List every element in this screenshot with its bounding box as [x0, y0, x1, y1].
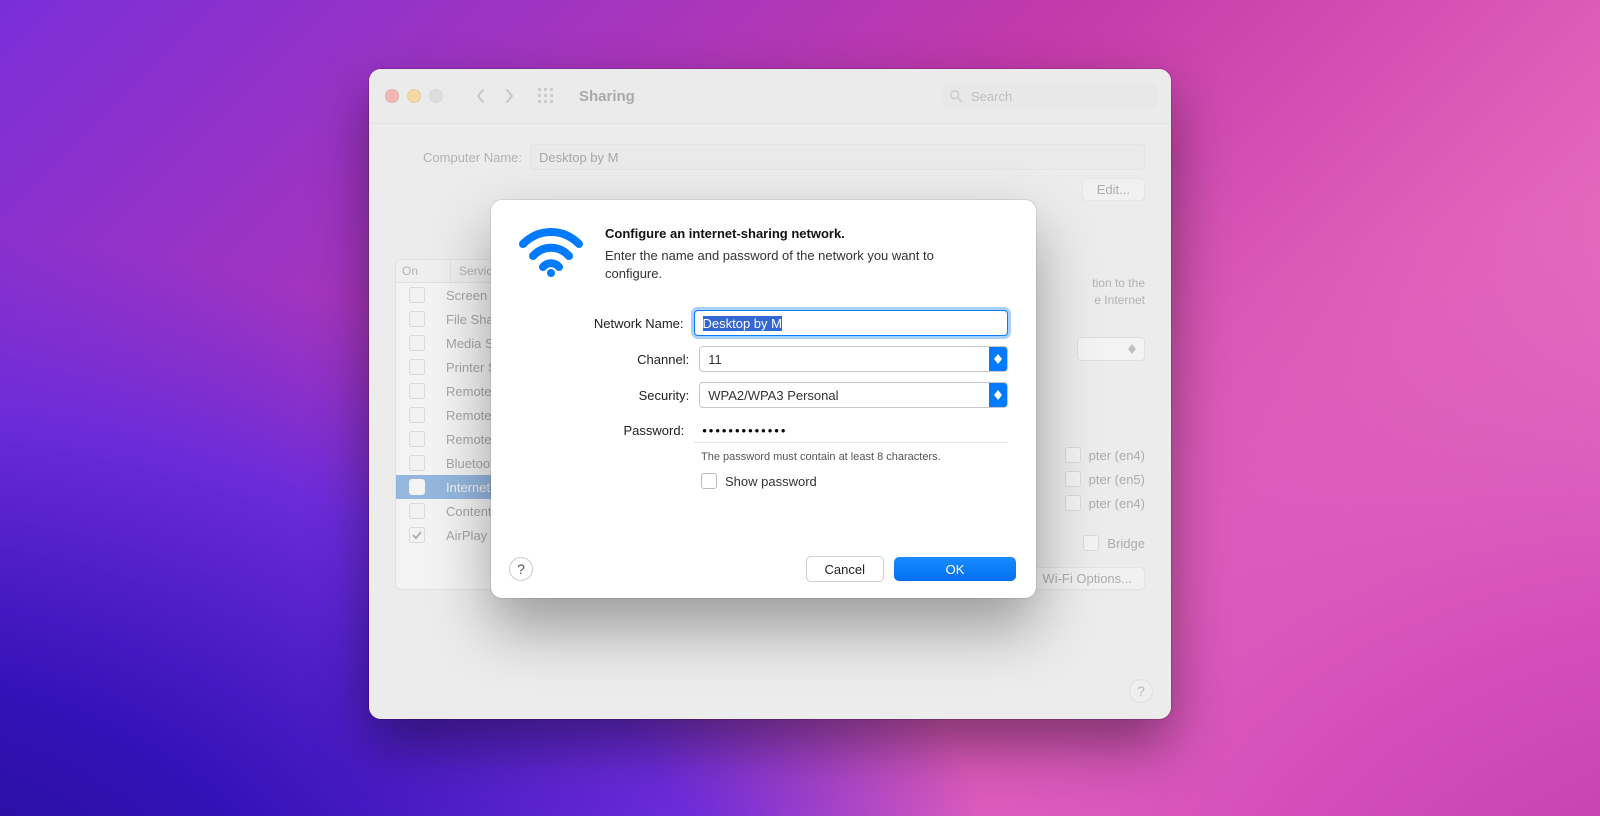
dialog-subtitle: Enter the name and password of the netwo… [605, 247, 965, 282]
service-checkbox[interactable] [409, 407, 425, 423]
computer-name-field[interactable]: Desktop by M [530, 144, 1145, 170]
show-password-checkbox[interactable] [701, 473, 717, 489]
password-hint: The password must contain at least 8 cha… [701, 451, 1008, 463]
computer-name-value: Desktop by M [539, 150, 618, 165]
window-title: Sharing [579, 88, 635, 105]
service-checkbox[interactable] [409, 479, 425, 495]
bridge-label: Bridge [1107, 536, 1145, 551]
service-checkbox[interactable] [409, 335, 425, 351]
port-label: pter (en4) [1089, 496, 1145, 511]
security-select[interactable]: WPA2/WPA3 Personal [699, 382, 1008, 408]
service-checkbox[interactable] [409, 287, 425, 303]
close-window-button[interactable] [385, 89, 399, 103]
select-arrows-icon [1124, 341, 1140, 357]
edit-button[interactable]: Edit... [1082, 178, 1145, 201]
service-checkbox[interactable] [409, 383, 425, 399]
minimize-window-button[interactable] [407, 89, 421, 103]
select-arrows-icon [989, 347, 1007, 371]
port-checkbox[interactable] [1065, 471, 1081, 487]
port-label: pter (en4) [1089, 448, 1145, 463]
wifi-options-button[interactable]: Wi-Fi Options... [1029, 567, 1145, 590]
service-checkbox[interactable] [409, 431, 425, 447]
help-button[interactable]: ? [1129, 679, 1153, 703]
dialog-title: Configure an internet-sharing network. [605, 226, 965, 241]
wifi-options-dialog: Configure an internet-sharing network. E… [491, 200, 1036, 598]
show-password-label: Show password [725, 474, 817, 489]
service-checkbox[interactable] [409, 503, 425, 519]
zoom-window-button[interactable] [429, 89, 443, 103]
port-label: pter (en5) [1089, 472, 1145, 487]
network-name-input[interactable] [694, 310, 1009, 336]
channel-select[interactable]: 11 [699, 346, 1008, 372]
cancel-button[interactable]: Cancel [806, 556, 884, 582]
search-icon [949, 89, 963, 103]
forward-button[interactable] [495, 83, 523, 109]
port-checkbox[interactable] [1065, 447, 1081, 463]
window-titlebar: Sharing [369, 69, 1171, 124]
computer-name-label: Computer Name: [395, 150, 522, 165]
service-checkbox[interactable] [409, 359, 425, 375]
select-arrows-icon [989, 383, 1007, 407]
ok-button[interactable]: OK [894, 557, 1016, 581]
security-value: WPA2/WPA3 Personal [700, 388, 989, 403]
service-checkbox[interactable] [409, 527, 425, 543]
window-traffic-lights [385, 89, 443, 103]
service-checkbox[interactable] [409, 311, 425, 327]
share-from-select[interactable] [1077, 337, 1145, 361]
services-col-on: On [396, 260, 451, 282]
channel-label: Channel: [519, 352, 689, 367]
search-input[interactable] [969, 88, 1149, 105]
service-checkbox[interactable] [409, 455, 425, 471]
channel-value: 11 [700, 352, 989, 367]
password-label: Password: [519, 423, 684, 438]
security-label: Security: [519, 388, 689, 403]
wifi-icon [519, 226, 583, 278]
password-input[interactable] [694, 418, 1008, 443]
network-name-label: Network Name: [519, 316, 684, 331]
dialog-help-button[interactable]: ? [509, 557, 533, 581]
search-field[interactable] [941, 83, 1157, 109]
bridge-checkbox[interactable] [1083, 535, 1099, 551]
desktop-wallpaper: Sharing Computer Name: Desktop by M Edit… [0, 0, 1600, 816]
back-button[interactable] [467, 83, 495, 109]
show-all-grefs-button[interactable] [529, 83, 563, 109]
port-checkbox[interactable] [1065, 495, 1081, 511]
